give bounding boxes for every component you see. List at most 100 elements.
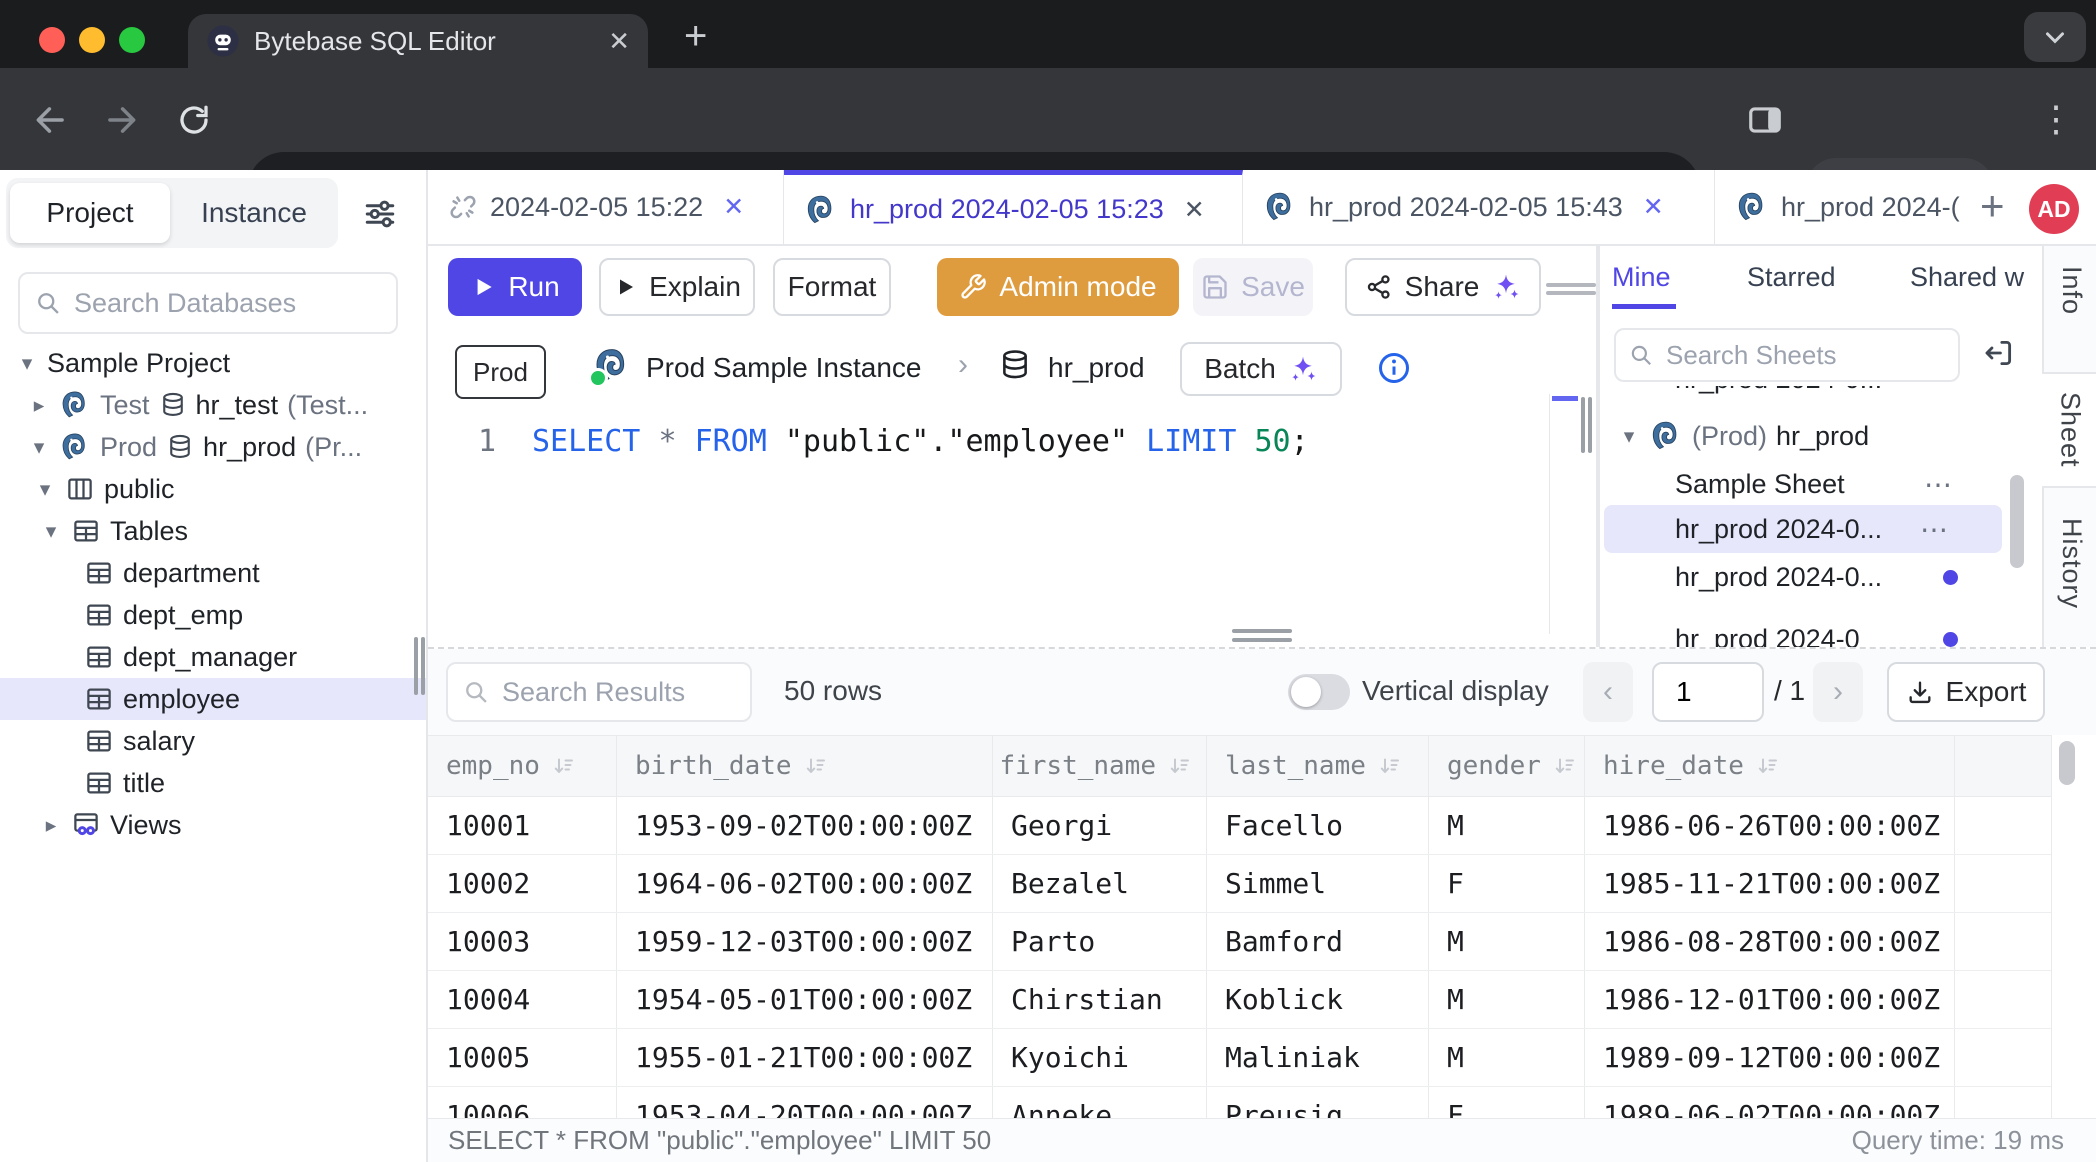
caret-right-icon[interactable]: ▸ [40, 813, 62, 838]
tree-item-tables[interactable]: ▾ Tables [0, 510, 426, 552]
back-icon[interactable] [32, 101, 70, 139]
side-tab-sheet-active[interactable]: Sheet [2042, 372, 2096, 488]
tab-close-icon[interactable]: ✕ [723, 192, 744, 222]
tree-item-table-title[interactable]: title [0, 762, 426, 804]
table-row[interactable]: 10006 1953-04-20T00:00:00Z Anneke Preusi… [428, 1087, 2051, 1118]
window-minimize-button[interactable] [79, 27, 105, 53]
caret-down-icon[interactable]: ▾ [1618, 424, 1640, 449]
explain-button[interactable]: Explain [599, 258, 755, 316]
toolbar-scrollbar[interactable] [1546, 283, 1596, 287]
page-number-input[interactable] [1652, 662, 1764, 722]
instance-name[interactable]: Prod Sample Instance [646, 352, 922, 384]
side-tab-info[interactable]: Info [2056, 266, 2087, 320]
sort-icon[interactable] [1168, 754, 1192, 778]
search-databases-input[interactable] [72, 287, 382, 320]
column-header[interactable]: hire_date [1585, 736, 1955, 796]
sheet-item[interactable]: Sample Sheet ⋯ [1600, 460, 2044, 508]
tree-item-prod-db[interactable]: ▾ Prod hr_prod (Pr... [0, 426, 426, 468]
info-icon[interactable] [1376, 350, 1412, 386]
table-row[interactable]: 10001 1953-09-02T00:00:00Z Georgi Facell… [428, 797, 2051, 855]
table-row[interactable]: 10002 1964-06-02T00:00:00Z Bezalel Simme… [428, 855, 2051, 913]
browser-menu-icon[interactable]: ⋮ [2038, 98, 2074, 140]
tree-item-project[interactable]: ▾ Sample Project [0, 342, 426, 384]
window-close-button[interactable] [39, 27, 65, 53]
format-button[interactable]: Format [773, 258, 891, 316]
column-header[interactable]: birth_date [617, 736, 993, 796]
save-button[interactable]: Save [1193, 258, 1313, 316]
caret-down-icon[interactable]: ▾ [16, 351, 38, 376]
new-tab-button[interactable]: + [684, 14, 707, 59]
sql-code-line[interactable]: SELECT * FROM "public"."employee" LIMIT … [532, 424, 1309, 459]
column-header[interactable]: emp_no [428, 736, 617, 796]
tree-item-table-dept-emp[interactable]: dept_emp [0, 594, 426, 636]
batch-button[interactable]: Batch [1180, 342, 1342, 396]
tree-item-table-salary[interactable]: salary [0, 720, 426, 762]
column-header[interactable]: first_name [993, 736, 1207, 796]
table-row[interactable]: 10003 1959-12-03T00:00:00Z Parto Bamford… [428, 913, 2051, 971]
tree-item-schema-public[interactable]: ▾ public [0, 468, 426, 510]
export-button[interactable]: Export [1887, 662, 2045, 722]
run-button[interactable]: Run [448, 258, 582, 316]
tab-close-icon[interactable]: ✕ [1643, 192, 1664, 222]
prev-page-button[interactable]: ‹ [1583, 662, 1633, 722]
sort-icon[interactable] [552, 754, 576, 778]
sparkles-icon[interactable] [1491, 272, 1521, 302]
tree-item-views[interactable]: ▸ Views [0, 804, 426, 846]
table-row[interactable]: 10004 1954-05-01T00:00:00Z Chirstian Kob… [428, 971, 2051, 1029]
search-sheets-input[interactable] [1664, 339, 1946, 372]
new-sheet-tab-button[interactable]: + [1980, 182, 2005, 230]
item-menu-icon[interactable]: ⋯ [1924, 468, 1954, 501]
item-menu-icon[interactable]: ⋯ [1920, 513, 1950, 546]
panel-resize-handle[interactable] [1581, 397, 1585, 453]
browser-tab[interactable]: Bytebase SQL Editor ✕ [188, 14, 648, 68]
tree-item-table-employee[interactable]: employee [0, 678, 426, 720]
side-tab-history[interactable]: History [2056, 518, 2087, 614]
sidebar-resize-handle[interactable] [421, 637, 425, 695]
caret-right-icon[interactable]: ▸ [28, 393, 50, 418]
sheets-tab-shared[interactable]: Shared w [1910, 262, 2024, 293]
admin-mode-button[interactable]: Admin mode [937, 258, 1179, 316]
sheet-item[interactable]: hr_prod 2024-0... [1600, 553, 2044, 601]
column-header[interactable]: last_name [1207, 736, 1429, 796]
editor-tab-3[interactable]: hr_prod 2024-02-05 15:43 ✕ [1243, 170, 1715, 244]
vertical-display-toggle[interactable] [1288, 674, 1350, 710]
sheet-list-scrollbar[interactable] [2010, 475, 2024, 568]
user-avatar[interactable]: AD [2029, 184, 2079, 234]
column-header[interactable]: gender [1429, 736, 1585, 796]
sort-icon[interactable] [1378, 754, 1402, 778]
editor-scroll-thumb[interactable] [1552, 396, 1578, 401]
share-button[interactable]: Share [1345, 258, 1541, 316]
toolbar-scrollbar[interactable] [1546, 291, 1596, 295]
editor-tab-4[interactable]: hr_prod 2024-( [1715, 170, 1968, 244]
panel-resize-handle[interactable] [1588, 397, 1592, 453]
sheet-item[interactable]: hr_prod 2024-0 [1600, 615, 2044, 649]
tree-item-test-db[interactable]: ▸ Test hr_test (Test... [0, 384, 426, 426]
table-row[interactable]: 10005 1955-01-21T00:00:00Z Kyoichi Malin… [428, 1029, 2051, 1087]
tree-item-table-dept-manager[interactable]: dept_manager [0, 636, 426, 678]
sidebar-tab-project[interactable]: Project [10, 183, 170, 243]
caret-down-icon[interactable]: ▾ [40, 519, 62, 544]
caret-down-icon[interactable]: ▾ [34, 477, 56, 502]
sheet-group-node[interactable]: ▾ (Prod) hr_prod [1600, 412, 2044, 460]
filter-sliders-icon[interactable] [362, 196, 398, 232]
current-database[interactable]: hr_prod [1048, 352, 1145, 384]
editor-tab-1[interactable]: 2024-02-05 15:22 ✕ [428, 170, 784, 244]
sidebar-tab-instance[interactable]: Instance [174, 183, 334, 243]
next-page-button[interactable]: › [1813, 662, 1863, 722]
caret-down-icon[interactable]: ▾ [28, 435, 50, 460]
collapse-panel-icon[interactable] [1982, 336, 2016, 370]
tree-item-table-department[interactable]: department [0, 552, 426, 594]
editor-tab-2-active[interactable]: hr_prod 2024-02-05 15:23 ✕ [784, 170, 1243, 244]
reload-icon[interactable] [176, 102, 212, 138]
table-scrollbar[interactable] [2059, 741, 2075, 785]
results-resize-handle[interactable] [1232, 629, 1292, 633]
sort-icon[interactable] [1756, 754, 1780, 778]
clipped-sheet-item[interactable]: hr_prod 2024-0... [1675, 386, 2005, 400]
tab-search-button[interactable] [2024, 12, 2086, 62]
search-results-input[interactable] [500, 676, 736, 709]
sort-icon[interactable] [1553, 754, 1577, 778]
sheet-item-selected[interactable]: hr_prod 2024-0... ⋯ [1604, 505, 2002, 553]
side-panel-icon[interactable] [1746, 101, 1784, 139]
sheets-tab-mine[interactable]: Mine [1612, 262, 1671, 293]
results-resize-handle[interactable] [1232, 638, 1292, 642]
